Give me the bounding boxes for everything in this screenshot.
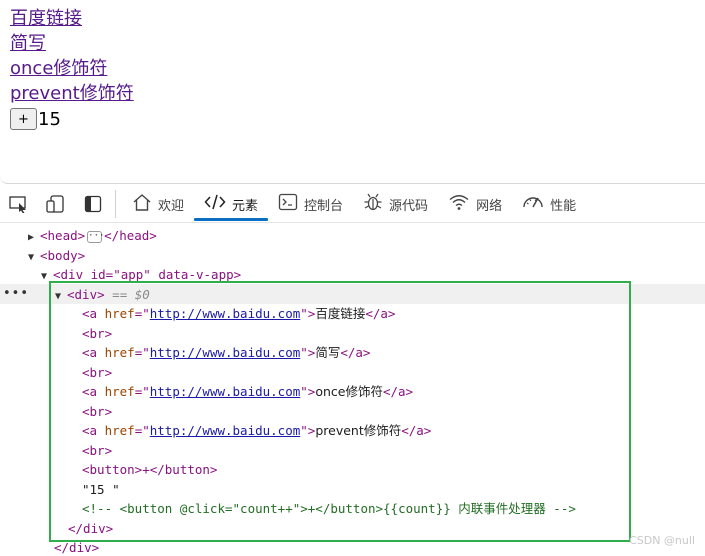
tab-performance[interactable]: 性能: [512, 186, 586, 223]
tab-sources[interactable]: 源代码: [353, 186, 438, 223]
prevent-modifier-link[interactable]: prevent修饰符: [10, 81, 134, 106]
tree-node-text[interactable]: "15 ": [82, 480, 120, 500]
tree-node-inner-div-close[interactable]: </div>: [68, 519, 113, 539]
href-link[interactable]: http://www.baidu.com: [150, 423, 301, 438]
tab-network-label: 网络: [476, 198, 503, 214]
tree-node-body[interactable]: ▼ <body>: [28, 246, 85, 266]
bug-icon: [363, 192, 383, 216]
increment-button[interactable]: +: [10, 108, 37, 130]
tree-node-link[interactable]: <a href="http://www.baidu.com">百度链接</a>: [82, 304, 395, 324]
tab-sources-label: 源代码: [389, 198, 429, 214]
selected-marker: == $0: [112, 286, 150, 302]
collapsed-ellipsis-icon[interactable]: ···: [87, 230, 104, 243]
tree-node-inner-div[interactable]: ▼ <div> == $0: [55, 285, 150, 305]
tree-node-link[interactable]: <a href="http://www.baidu.com">简写</a>: [82, 343, 370, 363]
collapse-triangle-icon[interactable]: ▼: [28, 248, 40, 268]
count-value: 15: [38, 108, 61, 130]
href-link[interactable]: http://www.baidu.com: [150, 384, 301, 399]
home-icon: [132, 193, 152, 215]
tab-welcome[interactable]: 欢迎: [122, 186, 194, 223]
device-emulation-icon[interactable]: [37, 186, 74, 223]
tree-node-comment[interactable]: <!-- <button @click="count++">+</button>…: [82, 499, 576, 519]
code-icon: [204, 193, 226, 215]
tree-node-head[interactable]: ▶ <head> ···</head>: [28, 226, 157, 246]
tree-node-button[interactable]: <button>+</button>: [82, 460, 217, 480]
more-actions-icon[interactable]: •••: [3, 284, 29, 304]
tree-node-app-div[interactable]: ▼ <div id="app" data-v-app>: [41, 265, 241, 282]
collapse-triangle-icon[interactable]: ▼: [55, 287, 67, 307]
tree-node-br[interactable]: <br>: [82, 324, 112, 344]
href-link[interactable]: http://www.baidu.com: [150, 345, 301, 360]
console-icon: [278, 193, 298, 215]
tab-performance-label: 性能: [550, 198, 577, 214]
watermark: CSDN @null: [629, 533, 695, 547]
counter-row: + 15: [10, 106, 705, 132]
once-modifier-link[interactable]: once修饰符: [10, 56, 107, 81]
baidu-link[interactable]: 百度链接: [10, 6, 82, 31]
tree-node-br[interactable]: <br>: [82, 402, 112, 422]
inspect-element-icon[interactable]: [0, 186, 37, 223]
tree-node-link[interactable]: <a href="http://www.baidu.com">prevent修饰…: [82, 421, 431, 441]
rendered-page: 百度链接 简写 once修饰符 prevent修饰符 + 15: [0, 0, 705, 184]
dock-icon[interactable]: [74, 186, 111, 223]
tree-node-br[interactable]: <br>: [82, 441, 112, 461]
tab-elements[interactable]: 元素: [194, 186, 269, 223]
shorthand-link[interactable]: 简写: [10, 31, 46, 56]
devtools-toolbar: 欢迎 元素 控制台 源代码 网络 性能: [0, 186, 705, 223]
tab-console-label: 控制台: [304, 198, 344, 214]
toolbar-separator: [115, 190, 116, 218]
elements-tree: ••• ▶ <head> ···</head> ▼ <body> ▼ <div id="…: [0, 224, 705, 556]
gauge-icon: [522, 193, 544, 215]
href-link[interactable]: http://www.baidu.com: [150, 306, 301, 321]
tab-console[interactable]: 控制台: [268, 186, 353, 223]
tree-node-link[interactable]: <a href="http://www.baidu.com">once修饰符</…: [82, 382, 413, 402]
collapse-triangle-icon[interactable]: ▼: [41, 267, 53, 282]
tab-network[interactable]: 网络: [438, 186, 512, 223]
tab-welcome-label: 欢迎: [158, 198, 185, 214]
tree-node-br[interactable]: <br>: [82, 363, 112, 383]
tab-elements-label: 元素: [232, 198, 259, 214]
wifi-icon: [448, 193, 470, 215]
tree-node-app-div-close[interactable]: </div>: [54, 538, 99, 556]
